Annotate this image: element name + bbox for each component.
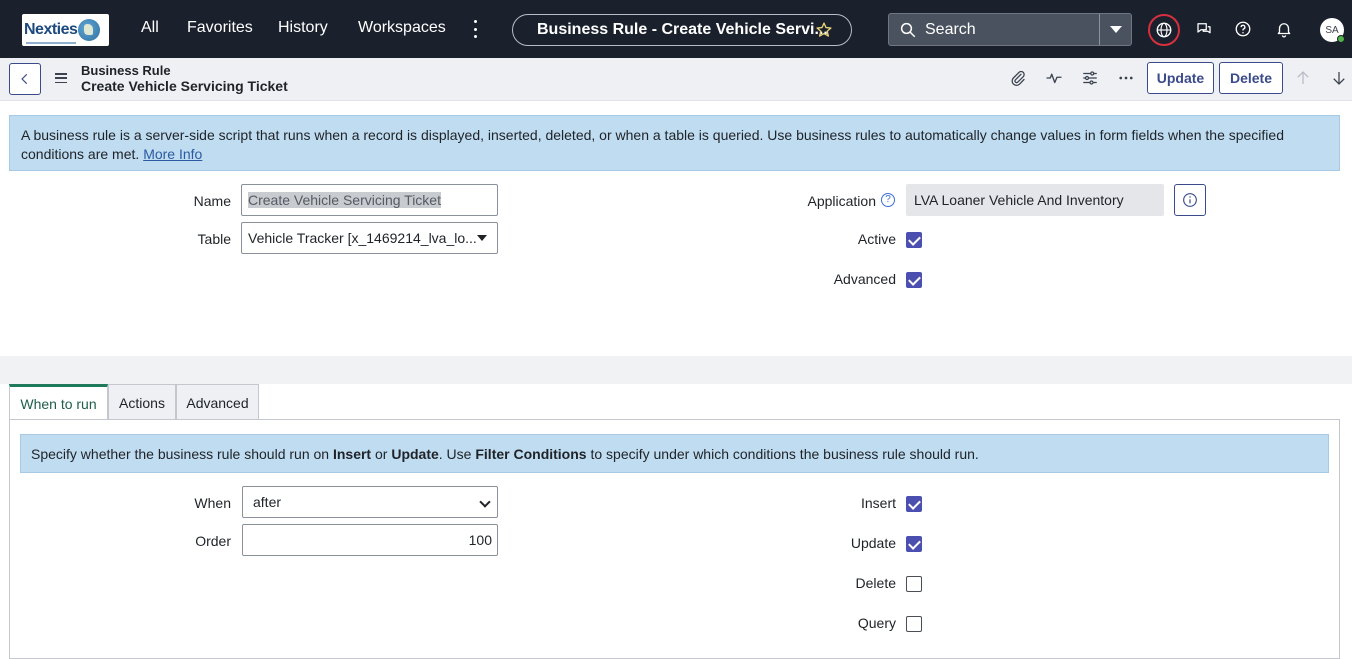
business-rule-info-banner: A business rule is a server-side script … (9, 115, 1340, 171)
tab-advanced[interactable]: Advanced (176, 384, 259, 420)
query-checkbox[interactable] (906, 616, 922, 632)
tab-actions[interactable]: Actions (108, 384, 176, 420)
search-label: Search (925, 20, 976, 38)
when-value: after (253, 494, 282, 510)
settings-sliders-icon[interactable] (1081, 69, 1099, 87)
context-title-pill[interactable]: Business Rule - Create Vehicle Servi... (512, 14, 852, 46)
top-navigation: Nexties All Favorites History Workspaces… (0, 0, 1352, 58)
logo-text: Nexties (24, 21, 78, 38)
language-globe-button[interactable] (1148, 14, 1180, 46)
user-avatar[interactable]: SA (1320, 18, 1345, 43)
nav-workspaces[interactable]: Workspaces (358, 19, 446, 37)
application-value: LVA Loaner Vehicle And Inventory (914, 192, 1124, 208)
banner-text-part: or (371, 446, 392, 462)
application-label: Application (807, 193, 877, 209)
more-actions-icon[interactable] (1117, 69, 1135, 87)
info-banner-text: A business rule is a server-side script … (21, 127, 1284, 162)
insert-checkbox[interactable] (906, 496, 922, 512)
when-select[interactable]: after (242, 486, 498, 518)
section-separator (0, 356, 1352, 384)
search-divider (1099, 14, 1100, 45)
update-button[interactable]: Update (1147, 62, 1214, 94)
tab-when-to-run[interactable]: When to run (9, 384, 108, 420)
nav-all[interactable]: All (141, 19, 159, 37)
attachment-icon[interactable] (1009, 69, 1027, 87)
active-label: Active (857, 231, 896, 247)
form-header: Business Rule Create Vehicle Servicing T… (0, 58, 1352, 101)
search-icon (900, 22, 916, 37)
previous-record-arrow-icon[interactable] (1294, 69, 1312, 87)
insert-label: Insert (860, 495, 896, 511)
logo-globe-icon (78, 19, 101, 41)
form-context-menu-icon[interactable] (55, 73, 67, 83)
context-title: Business Rule - Create Vehicle Servi... (537, 21, 828, 38)
order-value: 100 (468, 532, 492, 548)
banner-text-part: to specify under which conditions the bu… (586, 446, 979, 462)
record-name: Create Vehicle Servicing Ticket (81, 78, 288, 94)
info-circle-icon (1183, 193, 1197, 207)
application-help-icon[interactable]: ? (881, 193, 895, 207)
table-dropdown-caret-icon (477, 235, 487, 241)
when-to-run-info-banner: Specify whether the business rule should… (20, 434, 1329, 473)
back-button[interactable] (9, 63, 41, 95)
when-label: When (194, 495, 231, 511)
delete-button[interactable]: Delete (1219, 62, 1283, 94)
delete-label: Delete (855, 575, 896, 591)
nav-favorites[interactable]: Favorites (187, 19, 253, 37)
name-label: Name (193, 193, 231, 209)
active-checkbox[interactable] (906, 232, 922, 248)
application-info-button[interactable] (1174, 184, 1206, 216)
search-scope-dropdown-icon[interactable] (1110, 26, 1122, 33)
online-status-dot (1337, 35, 1345, 43)
chevron-left-icon (21, 73, 28, 85)
next-record-arrow-icon[interactable] (1330, 69, 1348, 87)
activity-pulse-icon[interactable] (1045, 69, 1063, 87)
table-label: Table (197, 231, 231, 247)
chat-icon[interactable] (1195, 20, 1213, 38)
banner-bold-filter-conditions: Filter Conditions (475, 446, 587, 462)
banner-text-part: . Use (438, 446, 476, 462)
name-field[interactable]: Create Vehicle Servicing Ticket (241, 184, 498, 216)
advanced-checkbox[interactable] (906, 272, 922, 288)
globe-icon (1156, 22, 1172, 38)
record-type: Business Rule (81, 63, 171, 78)
help-icon[interactable] (1234, 20, 1252, 38)
notification-bell-icon[interactable] (1275, 20, 1293, 38)
logo-tagline-bar (26, 42, 76, 44)
order-input[interactable]: 100 (242, 524, 498, 556)
update-label: Update (850, 535, 896, 551)
table-value: Vehicle Tracker [x_1469214_lva_lo... (248, 230, 477, 246)
order-label: Order (195, 533, 231, 549)
update-checkbox[interactable] (906, 536, 922, 552)
star-icon[interactable] (815, 21, 833, 39)
advanced-label: Advanced (833, 271, 896, 287)
delete-checkbox[interactable] (906, 576, 922, 592)
global-search[interactable]: Search (888, 13, 1132, 46)
banner-bold-update: Update (391, 446, 439, 462)
nav-history[interactable]: History (278, 19, 328, 37)
avatar-initials: SA (1325, 24, 1339, 36)
banner-bold-insert: Insert (332, 446, 372, 462)
nav-more-icon[interactable] (469, 20, 481, 38)
chevron-down-icon (479, 496, 491, 508)
table-select[interactable]: Vehicle Tracker [x_1469214_lva_lo... (241, 222, 498, 254)
company-logo[interactable]: Nexties (22, 14, 109, 46)
application-field: LVA Loaner Vehicle And Inventory (906, 184, 1164, 216)
banner-text-part: Specify whether the business rule should… (31, 446, 333, 462)
more-info-link[interactable]: More Info (143, 146, 202, 162)
query-label: Query (857, 615, 896, 631)
name-value: Create Vehicle Servicing Ticket (248, 192, 441, 208)
